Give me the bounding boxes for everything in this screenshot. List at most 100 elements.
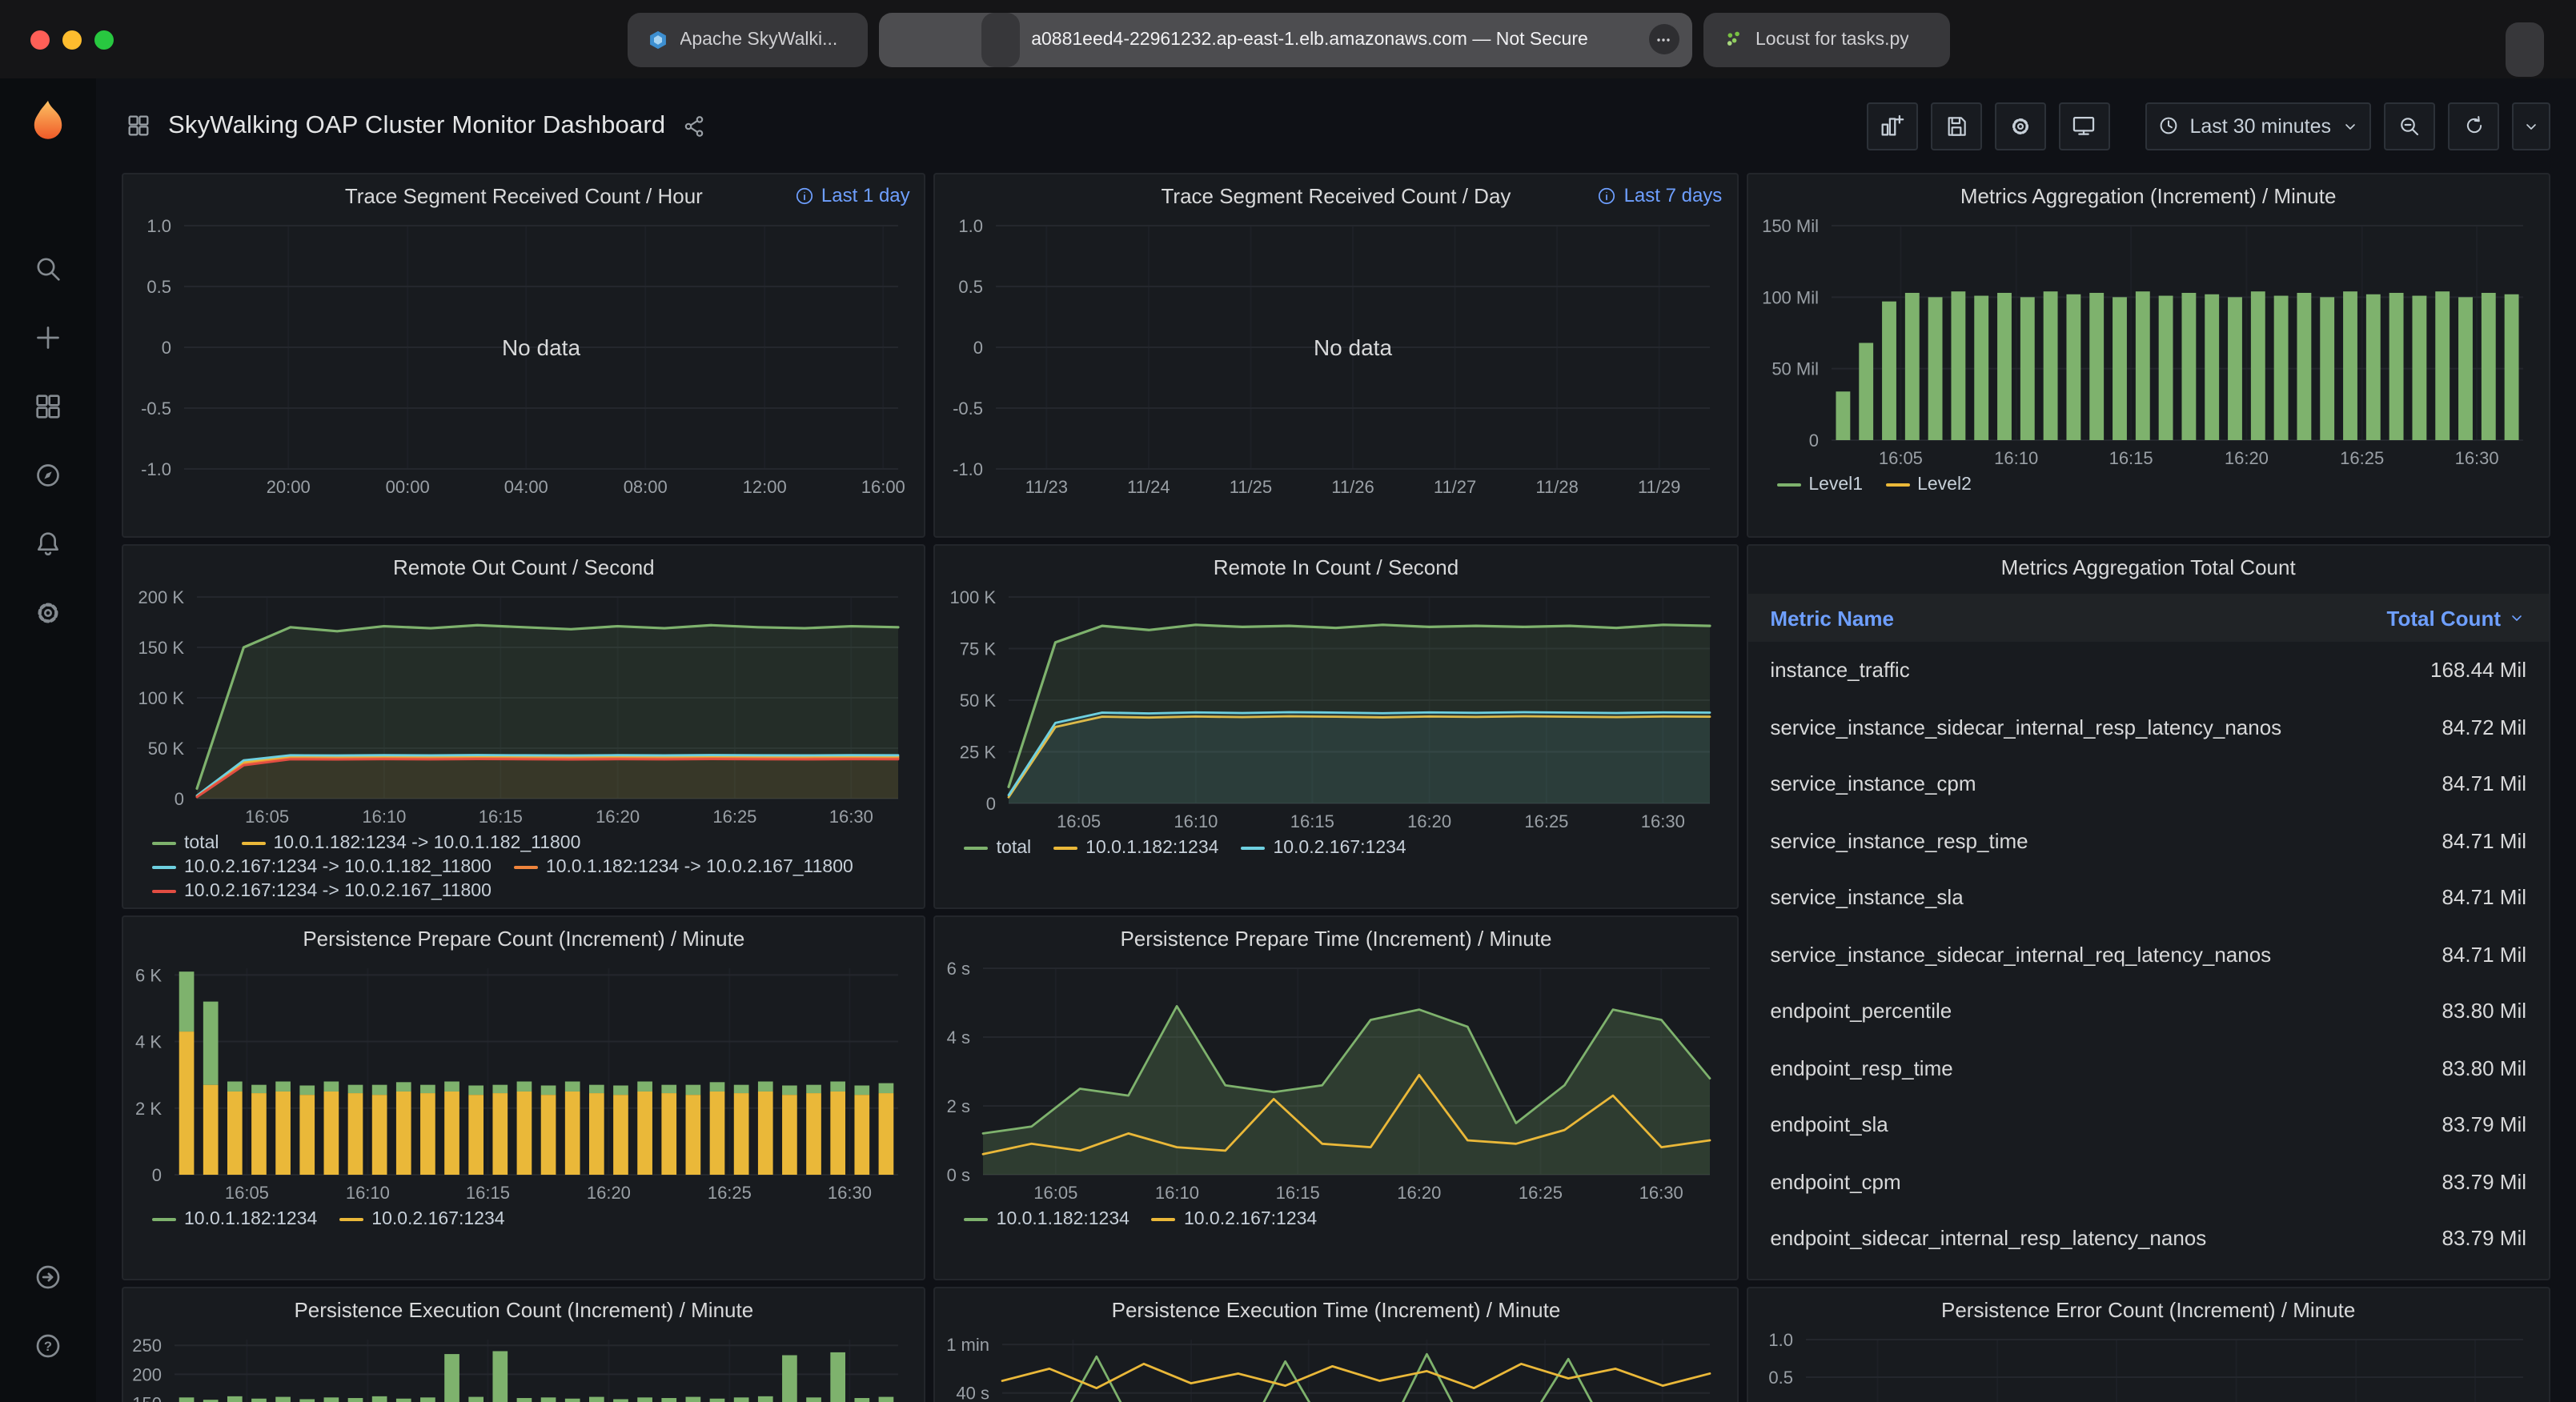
metrics-aggregation-chart[interactable]: 16:0516:1016:1516:2016:2516:30150 Mil100… xyxy=(1751,216,2542,472)
refresh-interval-button[interactable] xyxy=(2512,102,2550,150)
legend-color-dash xyxy=(1776,483,1800,487)
panel-title[interactable]: Persistence Execution Count (Increment) … xyxy=(123,1288,925,1330)
legend: Level1 Level2 xyxy=(1747,472,2549,501)
legend-item[interactable]: Level2 xyxy=(1885,475,1972,495)
grafana-flame-icon xyxy=(24,98,72,149)
cycle-view-button[interactable] xyxy=(2059,102,2110,150)
column-metric-name[interactable]: Metric Name xyxy=(1770,606,1894,630)
tab-strip: Apache SkyWalki... a0881eed4-22961232.ap… xyxy=(627,12,1949,66)
tab-overview-button[interactable] xyxy=(2506,22,2544,77)
legend-item[interactable]: 10.0.1.182:1234 -> 10.0.2.167_11800 xyxy=(514,858,853,877)
legend-color-dash xyxy=(152,890,176,893)
browser-tab-skywalking[interactable]: Apache SkyWalki... xyxy=(627,12,867,66)
legend: 10.0.1.182:1234 10.0.2.167:1234 xyxy=(123,1207,925,1236)
panel-title[interactable]: Persistence Error Count (Increment) / Mi… xyxy=(1747,1288,2549,1330)
panel-title[interactable]: Persistence Execution Time (Increment) /… xyxy=(936,1288,1737,1330)
panel-trace-hour: Trace Segment Received Count / Hour Last… xyxy=(122,173,926,538)
legend-item[interactable]: 10.0.2.167:1234 -> 10.0.1.182_11800 xyxy=(152,858,492,877)
add-panel-button[interactable] xyxy=(1867,102,1918,150)
svg-text:04:00: 04:00 xyxy=(504,477,548,497)
svg-text:0: 0 xyxy=(175,789,184,809)
panel-time-override[interactable]: Last 1 day xyxy=(794,184,910,206)
browser-tab-locust[interactable]: Locust for tasks.py xyxy=(1703,12,1949,66)
error-count-chart[interactable]: 16:0516:1016:1516:2016:2516:301.00.50-0.… xyxy=(1751,1330,2542,1402)
legend-item[interactable]: 10.0.2.167:1234 -> 10.0.2.167_11800 xyxy=(152,882,492,901)
panel-time-override[interactable]: Last 7 days xyxy=(1597,184,1723,206)
panel-metrics-total-table: Metrics Aggregation Total Count Metric N… xyxy=(1746,544,2550,1280)
remote-out-chart[interactable]: 16:0516:1016:1516:2016:2516:30200 K150 K… xyxy=(126,587,918,831)
legend-item[interactable]: 10.0.2.167:1234 xyxy=(1152,1210,1317,1229)
legend-item[interactable]: 10.0.1.182:1234 xyxy=(1053,839,1218,858)
legend-item[interactable]: 10.0.1.182:1234 xyxy=(152,1210,317,1229)
sidebar-explore-button[interactable] xyxy=(11,440,85,509)
legend-item[interactable]: total xyxy=(965,839,1032,858)
svg-text:0.5: 0.5 xyxy=(959,277,984,297)
prepare-time-chart[interactable]: 16:0516:1016:1516:2016:2516:306 s4 s2 s0… xyxy=(939,959,1731,1207)
close-window-button[interactable] xyxy=(30,30,50,49)
legend-item[interactable]: 10.0.2.167:1234 xyxy=(339,1210,504,1229)
panel-persistence-execution-count: Persistence Execution Count (Increment) … xyxy=(122,1287,926,1402)
sidebar-configuration-button[interactable] xyxy=(11,578,85,647)
dashboard-apps-icon[interactable] xyxy=(125,112,152,139)
sidebar-help-button[interactable]: ? xyxy=(11,1311,85,1380)
execution-count-chart[interactable]: 16:0516:1016:1516:2016:2516:302502001501… xyxy=(126,1330,918,1402)
trace-hour-chart[interactable]: 20:0000:0004:0008:0012:0016:001.00.50-0.… xyxy=(126,216,918,501)
panel-title[interactable]: Metrics Aggregation (Increment) / Minute xyxy=(1747,174,2549,216)
remote-in-chart[interactable]: 16:0516:1016:1516:2016:2516:30100 K75 K5… xyxy=(939,587,1731,835)
column-total-count[interactable]: Total Count xyxy=(2387,606,2527,630)
legend-item[interactable]: 10.0.2.167:1234 xyxy=(1241,839,1406,858)
zoom-out-button[interactable] xyxy=(2384,102,2435,150)
refresh-button[interactable] xyxy=(2448,102,2499,150)
legend-item[interactable]: 10.0.1.182:1234 -> 10.0.1.182_11800 xyxy=(242,834,581,853)
svg-text:0.5: 0.5 xyxy=(146,277,171,297)
panel-title[interactable]: Remote In Count / Second xyxy=(936,546,1737,587)
share-icon[interactable] xyxy=(681,113,707,138)
legend-label: 10.0.1.182:1234 -> 10.0.2.167_11800 xyxy=(546,858,853,877)
minimize-window-button[interactable] xyxy=(62,30,82,49)
tab-overview-icon xyxy=(2506,22,2544,77)
fullscreen-window-button[interactable] xyxy=(94,30,114,49)
trace-day-chart[interactable]: 11/2311/2411/2511/2611/2711/2811/291.00.… xyxy=(939,216,1731,501)
grafana-logo[interactable] xyxy=(24,96,72,150)
execution-time-chart[interactable]: 16:0516:1016:1516:2016:2516:301 min40 s2… xyxy=(939,1330,1731,1402)
dashboard-settings-button[interactable] xyxy=(1995,102,2046,150)
svg-text:150 K: 150 K xyxy=(138,638,185,658)
time-range-picker[interactable]: Last 30 minutes xyxy=(2145,102,2372,150)
sidebar-search-button[interactable] xyxy=(11,234,85,302)
ellipsis-icon xyxy=(1654,30,1673,49)
svg-text:100 Mil: 100 Mil xyxy=(1761,287,1818,307)
add-panel-icon xyxy=(1879,112,1906,139)
sidebar-dashboards-button[interactable] xyxy=(11,371,85,440)
sidebar-sign-in-button[interactable] xyxy=(11,1242,85,1311)
svg-text:16:15: 16:15 xyxy=(466,1183,510,1203)
total-count-cell: 84.71 Mil xyxy=(2442,886,2527,910)
svg-text:11/29: 11/29 xyxy=(1639,477,1681,497)
legend-item[interactable]: 10.0.1.182:1234 xyxy=(965,1210,1130,1229)
total-count-cell: 84.71 Mil xyxy=(2442,772,2527,796)
legend-color-dash xyxy=(965,1218,989,1221)
svg-text:6 s: 6 s xyxy=(947,959,970,979)
legend-label: 10.0.1.182:1234 -> 10.0.1.182_11800 xyxy=(274,834,581,853)
panel-title[interactable]: Remote Out Count / Second xyxy=(123,546,925,587)
total-count-cell: 84.72 Mil xyxy=(2442,715,2527,739)
chevron-down-icon xyxy=(2341,116,2360,135)
prepare-count-chart[interactable]: 16:0516:1016:1516:2016:2516:306 K4 K2 K0 xyxy=(126,959,918,1207)
browser-tab-active[interactable]: a0881eed4-22961232.ap-east-1.elb.amazona… xyxy=(878,12,1691,66)
panel-title[interactable]: Persistence Prepare Time (Increment) / M… xyxy=(936,917,1737,959)
legend-item[interactable]: total xyxy=(152,834,219,853)
sidebar-alerting-button[interactable] xyxy=(11,509,85,578)
panel-title[interactable]: Persistence Prepare Count (Increment) / … xyxy=(123,917,925,959)
svg-text:16:15: 16:15 xyxy=(2109,448,2153,468)
tab-more-button[interactable] xyxy=(1648,24,1679,54)
metric-name-cell: service_instance_sla xyxy=(1770,886,1963,910)
sidebar-create-button[interactable] xyxy=(11,302,85,371)
panel-title[interactable]: Metrics Aggregation Total Count xyxy=(1747,546,2549,587)
svg-text:11/26: 11/26 xyxy=(1332,477,1374,497)
svg-text:150: 150 xyxy=(132,1394,162,1402)
chevron-down-icon xyxy=(2522,116,2541,135)
metric-name-cell: endpoint_sla xyxy=(1770,1113,1888,1137)
legend-item[interactable]: Level1 xyxy=(1776,475,1863,495)
grafana-sidebar: ? xyxy=(0,78,96,1402)
save-dashboard-button[interactable] xyxy=(1931,102,1982,150)
table-row: service_instance_cpm84.71 Mil xyxy=(1747,755,2549,812)
